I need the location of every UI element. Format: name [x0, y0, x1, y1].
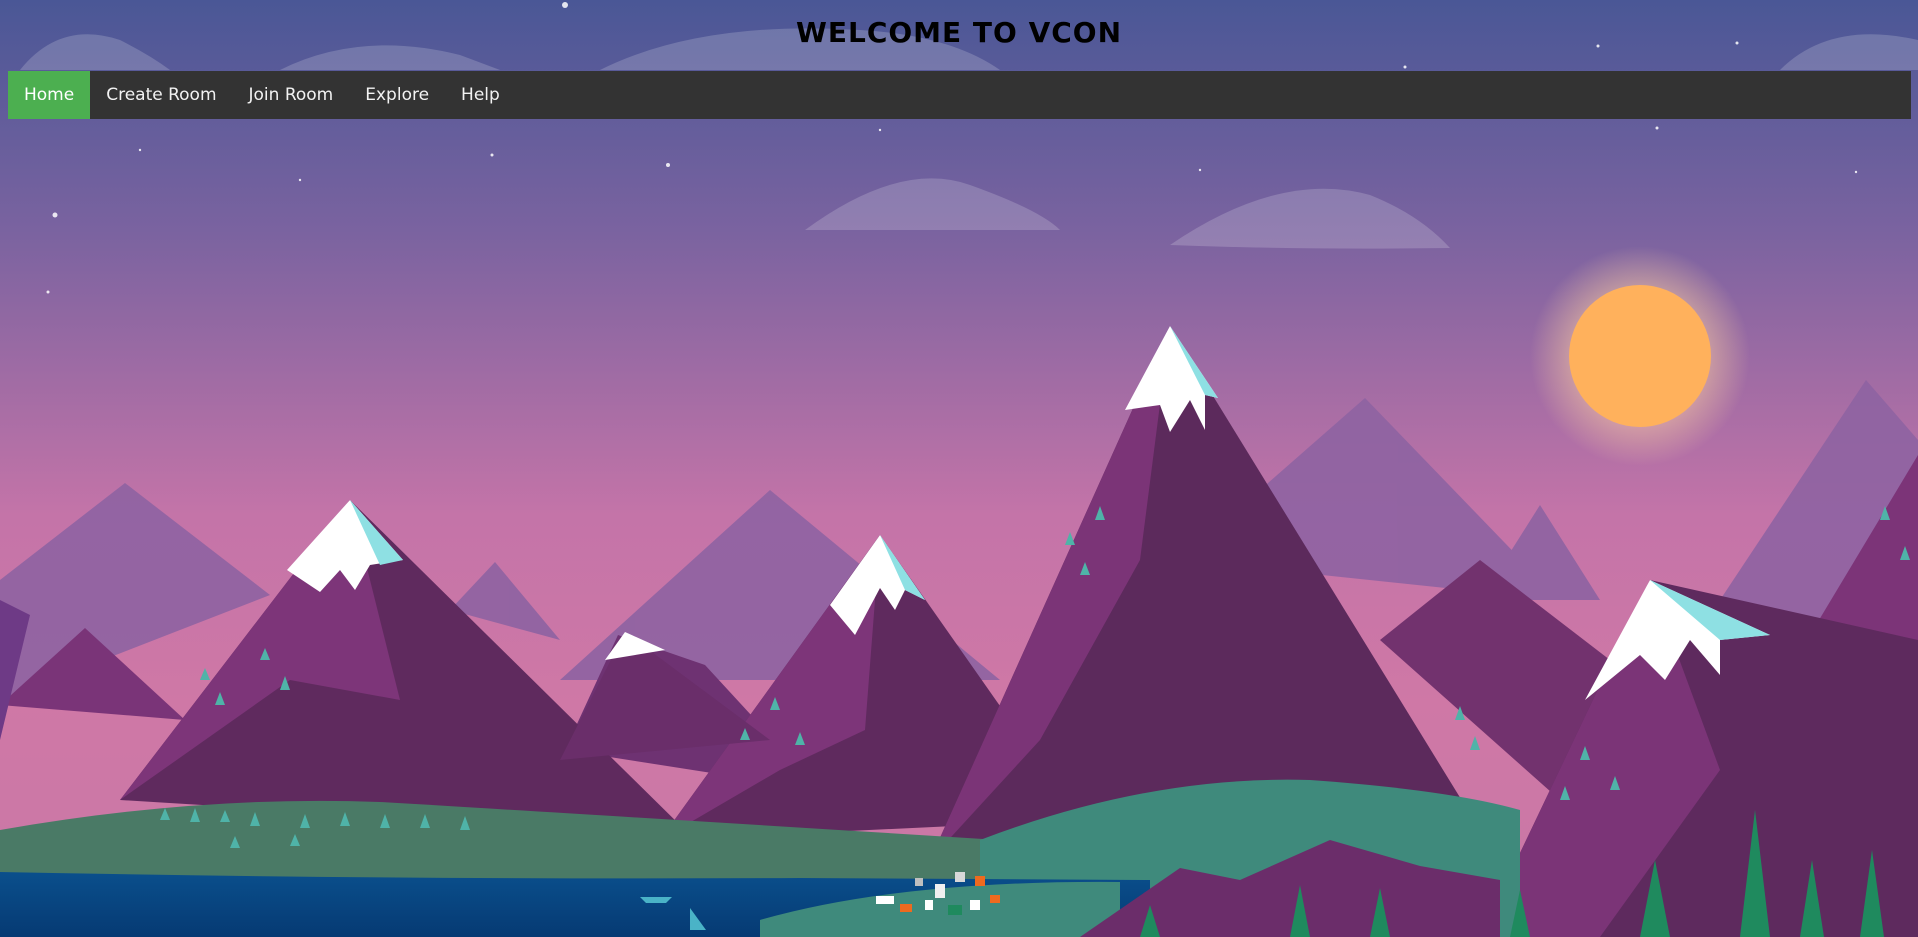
page: WELCOME TO VCON Home Create Room Join Ro…	[0, 0, 1918, 937]
page-title: WELCOME TO VCON	[795, 16, 1123, 49]
nav-help[interactable]: Help	[445, 71, 516, 119]
sun	[1569, 285, 1711, 427]
nav-explore[interactable]: Explore	[349, 71, 445, 119]
nav-create-room[interactable]: Create Room	[90, 71, 232, 119]
top-navbar: Home Create Room Join Room Explore Help	[8, 71, 1911, 119]
mountain-landscape-background	[0, 0, 1918, 937]
nav-home[interactable]: Home	[8, 71, 91, 119]
nav-join-room[interactable]: Join Room	[233, 71, 350, 119]
